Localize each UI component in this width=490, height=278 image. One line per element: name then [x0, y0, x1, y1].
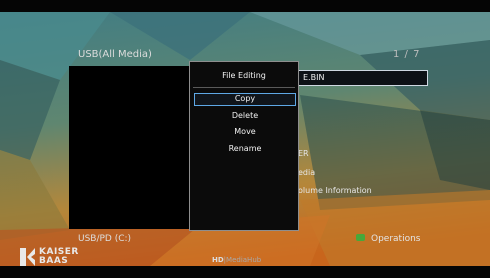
logo-line-2: BAAS [39, 256, 69, 266]
device-label: USB/PD (C:) [78, 234, 132, 244]
logo-text: KAISER BAAS [39, 248, 79, 266]
file-list-item[interactable]: ER [298, 149, 309, 158]
page-counter: 1 / 7 [393, 49, 421, 60]
popup-title: File Editing [222, 71, 266, 80]
selected-file-label: E.BIN [303, 73, 325, 82]
product-name-bold: HD [212, 256, 224, 264]
menu-item-rename[interactable]: Rename [194, 142, 296, 155]
product-name-thin: |MediaHub [223, 256, 262, 264]
file-list-item[interactable]: edia [298, 168, 315, 177]
menu-item-delete[interactable]: Delete [194, 109, 296, 122]
media-hub-screen: USB(All Media) 1 / 7 E.BIN ER edia olume… [0, 0, 490, 278]
product-name: HD|MediaHub [212, 256, 261, 264]
file-editing-popup: File Editing Copy Delete Move Rename [189, 61, 299, 231]
source-title: USB(All Media) [78, 49, 152, 60]
green-button-icon [356, 234, 365, 241]
popup-divider [193, 87, 295, 88]
menu-item-copy[interactable]: Copy [194, 93, 296, 106]
file-list-item[interactable]: olume Information [298, 186, 372, 195]
menu-item-move[interactable]: Move [194, 125, 296, 138]
preview-pane [69, 66, 193, 229]
letterbox-bottom [0, 266, 490, 278]
operations-hint[interactable]: Operations [356, 234, 420, 244]
letterbox-top [0, 0, 490, 12]
operations-label: Operations [371, 234, 421, 244]
logo-mark-icon [20, 248, 35, 266]
selected-file-row[interactable]: E.BIN [298, 70, 428, 86]
